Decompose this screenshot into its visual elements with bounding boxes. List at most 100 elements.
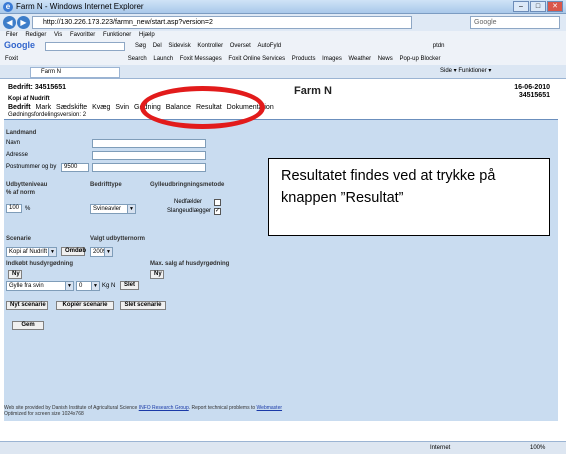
address-bar: ◀ ▶ http://130.226.173.223/farmn_new/sta… [0, 14, 566, 31]
date-id: 34515651 [518, 92, 550, 99]
toolbar-sidevisk[interactable]: Sidevisk [168, 43, 190, 49]
qty-select[interactable]: 0 ▼ [76, 281, 100, 291]
tab-svin[interactable]: Svin [115, 104, 129, 111]
menu-filer[interactable]: Filer [6, 32, 18, 38]
browser-search-input[interactable]: Google [470, 16, 560, 29]
gem-button[interactable]: Gem [12, 321, 44, 330]
bedrifttype-select[interactable]: Svineavler ▼ [90, 204, 136, 214]
gylle-label: Gylleudbringningsmetode [150, 182, 225, 188]
toolbar-foxit[interactable]: Foxit [5, 56, 18, 62]
zone-label: Internet [430, 445, 451, 451]
minimize-button[interactable]: – [513, 1, 529, 12]
slangeudlaegger-label: Slangeudlægger [167, 208, 212, 214]
toolbar-launch[interactable]: Launch [153, 56, 173, 62]
footer-line2: Optimized for screen size 1024x768 [4, 411, 84, 417]
omdob-button[interactable]: Omdøb [61, 247, 86, 256]
ie-icon: e [3, 2, 13, 12]
tab-saedskifte[interactable]: Sædskifte [56, 104, 87, 111]
toolbar-ptdn[interactable]: ptdn [433, 43, 445, 49]
footer-link-info[interactable]: INFO Research Group [139, 405, 189, 411]
tab-bar: Farm N Side ▾ Funktioner ▾ [0, 65, 566, 79]
zoom-label[interactable]: 100% [530, 442, 545, 455]
pct-norm-label: % af norm [6, 190, 36, 196]
slet-button[interactable]: Slet [120, 281, 139, 290]
menu-bar: Filer Rediger Vis Favoritter Funktioner … [0, 31, 566, 40]
navn-input[interactable] [92, 139, 206, 148]
valgt-select[interactable]: 2009 ▼ [90, 247, 113, 257]
tab-kvaeg[interactable]: Kvæg [92, 104, 110, 111]
page-header: Bedrift: 34515651 Kopi af Nudrift Farm N… [4, 80, 558, 118]
forward-icon[interactable]: ▶ [17, 16, 30, 29]
window-controls: – □ ✕ [513, 1, 563, 12]
nyt-scenarie-button[interactable]: Nyt scenarie [6, 301, 48, 310]
nedfaelder-label: Nedfælder [174, 199, 203, 205]
slangeudlaegger-checkbox[interactable]: ✓ [214, 208, 221, 215]
maximize-button[interactable]: □ [530, 1, 546, 12]
tab-mark[interactable]: Mark [36, 104, 52, 111]
bedrift-label: Bedrift: 34515651 [8, 84, 66, 91]
tab-bedrift[interactable]: Bedrift [8, 104, 31, 111]
postnummer-label: Postnummer og by [6, 164, 57, 170]
browser-tab[interactable]: Farm N [30, 67, 120, 78]
adresse-label: Adresse [6, 152, 29, 158]
chevron-down-icon: ▼ [48, 248, 56, 256]
toolbar-overset[interactable]: Overset [230, 43, 251, 49]
page-content: Bedrift: 34515651 Kopi af Nudrift Farm N… [4, 80, 558, 425]
menu-vis[interactable]: Vis [54, 32, 62, 38]
menu-hjaelp[interactable]: Hjælp [139, 32, 155, 38]
menu-favoritter[interactable]: Favoritter [70, 32, 95, 38]
bedrifttype-label: Bedrifttype [90, 182, 122, 188]
toolbar-search[interactable]: Search [128, 56, 147, 62]
url-input[interactable]: http://130.226.173.223/farmn_new/start.a… [32, 16, 412, 29]
toolbar-autofyld[interactable]: AutoFyld [257, 43, 281, 49]
udbytte-input[interactable]: 100 [6, 204, 22, 213]
toolbar-foxit-messages[interactable]: Foxit Messages [180, 56, 222, 62]
menu-rediger[interactable]: Rediger [25, 32, 46, 38]
toolbar-popup[interactable]: Pop-up Blocker [399, 56, 440, 62]
toolbar-kontroller[interactable]: Kontroller [197, 43, 223, 49]
footer-link-webmaster[interactable]: Webmaster [257, 405, 282, 411]
toolbar-weather[interactable]: Weather [349, 56, 372, 62]
slet-scenarie-button[interactable]: Slet scenarie [120, 301, 166, 310]
adresse-input[interactable] [92, 151, 206, 160]
pct-label: % [25, 206, 31, 212]
indkobt-label: Indkøbt husdyrgødning [6, 261, 73, 267]
title-bar: e Farm N - Windows Internet Explorer – □… [0, 0, 566, 14]
toolbar-news[interactable]: News [378, 56, 393, 62]
version-label: Gødningsfordelingsversion: 2 [8, 112, 87, 118]
by-input[interactable] [92, 163, 206, 172]
toolbar-foxit-online[interactable]: Foxit Online Services [228, 56, 285, 62]
nedfaelder-checkbox[interactable] [214, 199, 221, 206]
scenarie-value: Kopi af Nudrift [9, 249, 48, 255]
kgn-label: Kg N [102, 283, 116, 289]
google-search-input[interactable] [45, 42, 125, 51]
footer-text-b: . Report technical problems to [188, 405, 257, 411]
qty-value: 0 [79, 283, 83, 289]
scenario-label: Kopi af Nudrift [8, 96, 50, 102]
scenarie-select[interactable]: Kopi af Nudrift ▼ [6, 247, 57, 257]
ny-max-button[interactable]: Ny [150, 270, 164, 279]
kopier-scenarie-button[interactable]: Kopiér scenarie [56, 301, 114, 310]
toolbar-products[interactable]: Products [292, 56, 316, 62]
max-label: Max. salg af husdyrgødning [150, 261, 230, 267]
date-value: 16-06-2010 [514, 84, 550, 91]
toolbar-del[interactable]: Del [153, 43, 162, 49]
menu-funktioner[interactable]: Funktioner [103, 32, 131, 38]
toolbar-images[interactable]: Images [322, 56, 342, 62]
status-bar: Internet 100% [0, 441, 566, 454]
navn-label: Navn [6, 140, 21, 146]
gylle-select[interactable]: Gylle fra svin ▼ [6, 281, 74, 291]
page-footer: Web site provided by Danish Institute of… [4, 405, 282, 417]
postnummer-input[interactable]: 9500 [61, 163, 89, 172]
chevron-down-icon: ▼ [104, 248, 112, 256]
instruction-callout: Resultatet findes ved at trykke på knapp… [268, 158, 550, 236]
valgt-label: Valgt udbytternorm [90, 236, 146, 242]
tab-tools[interactable]: Side ▾ Funktioner ▾ [440, 67, 491, 74]
window-title: Farm N - Windows Internet Explorer [16, 2, 144, 11]
chevron-down-icon: ▼ [91, 282, 99, 290]
back-icon[interactable]: ◀ [3, 16, 16, 29]
close-button[interactable]: ✕ [547, 1, 563, 12]
toolbar-sog[interactable]: Søg [135, 43, 146, 49]
ny-indkobt-button[interactable]: Ny [8, 270, 22, 279]
gylle-value: Gylle fra svin [9, 283, 44, 289]
